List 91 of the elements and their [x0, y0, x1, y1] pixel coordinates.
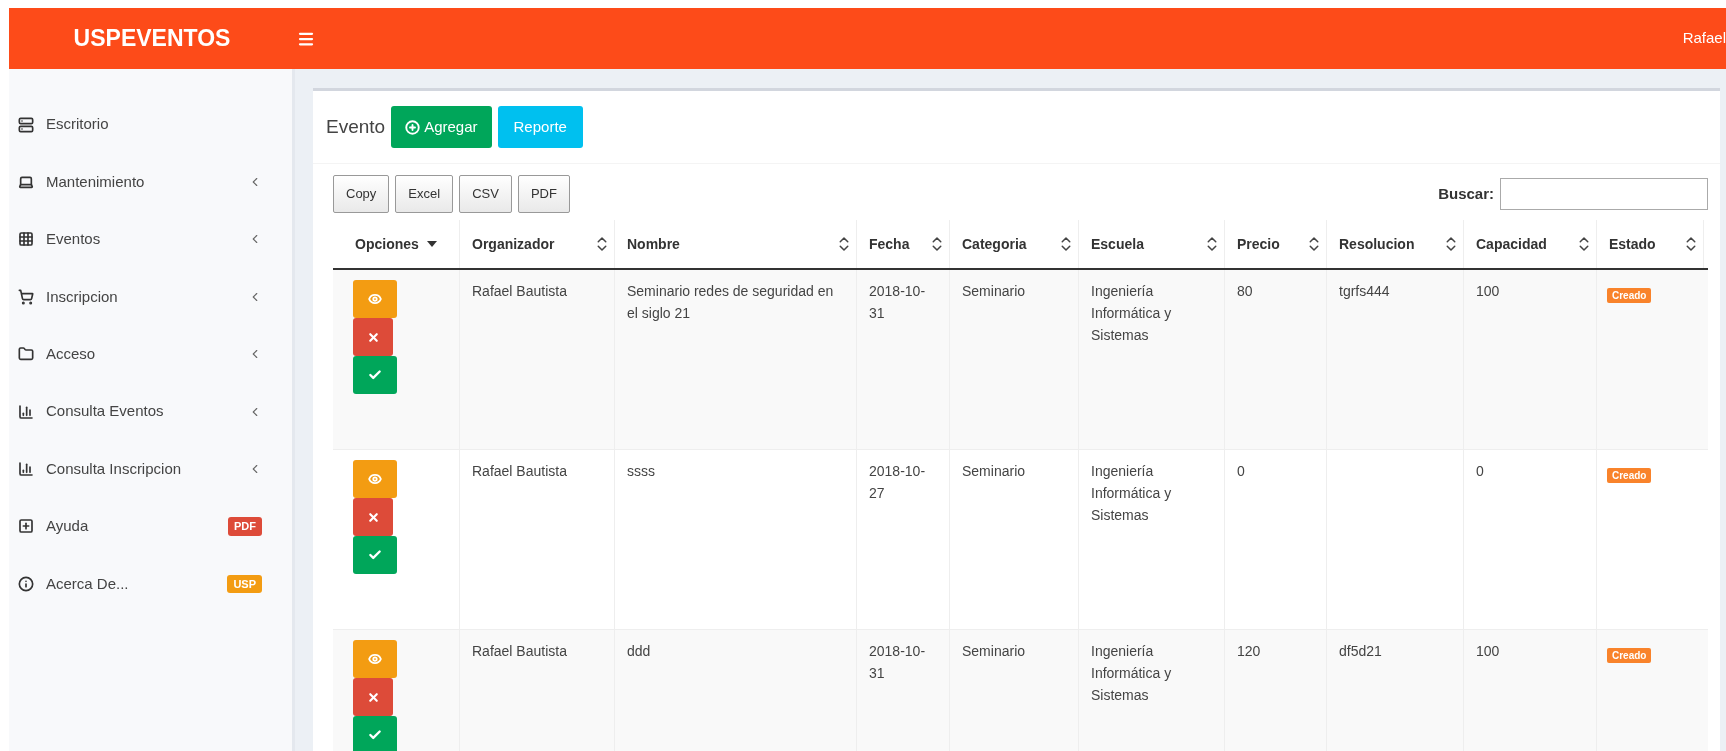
- column-header[interactable]: Categoria: [950, 220, 1079, 268]
- view-button[interactable]: [353, 460, 397, 498]
- sidebar-item[interactable]: Acerca De... USP: [9, 555, 292, 613]
- check-icon: [368, 728, 382, 742]
- folder-icon: [18, 346, 34, 363]
- table-cell: Ingeniería Informática y Sistemas: [1091, 643, 1172, 703]
- table-cell: 2018-10-31: [869, 643, 926, 681]
- table-cell: 100: [1476, 643, 1500, 659]
- column-header[interactable]: Resolucion: [1327, 220, 1464, 268]
- table-cell: 100: [1476, 283, 1500, 299]
- column-header[interactable]: Opciones: [333, 220, 460, 268]
- table-cell: Seminario: [962, 463, 1026, 479]
- table-cell: df5d21: [1339, 643, 1382, 659]
- table-cell: Rafael Bautista: [472, 283, 567, 299]
- column-header[interactable]: Fecha: [857, 220, 950, 268]
- bar-chart-icon: [18, 403, 34, 420]
- plus-circle-icon: [405, 119, 421, 135]
- column-header[interactable]: Capacidad: [1464, 220, 1597, 268]
- sidebar-item[interactable]: Ayuda PDF: [9, 497, 292, 556]
- view-button[interactable]: [353, 280, 397, 318]
- plus-square-icon: [18, 518, 34, 535]
- export-button[interactable]: Copy: [333, 175, 390, 213]
- confirm-button[interactable]: [353, 716, 397, 751]
- sidebar-badge: PDF: [228, 517, 262, 536]
- close-icon: [366, 330, 380, 344]
- table-cell: Rafael Bautista: [472, 463, 567, 479]
- table-cell: 0: [1237, 463, 1245, 479]
- column-header[interactable]: Estado: [1597, 220, 1704, 268]
- status-badge: Creado: [1607, 648, 1652, 663]
- status-badge: Creado: [1607, 288, 1652, 303]
- view-button[interactable]: [353, 640, 397, 678]
- eye-icon: [368, 652, 382, 666]
- table-cell: ssss: [627, 463, 655, 479]
- grid-icon: [18, 231, 34, 248]
- sidebar-item[interactable]: Inscripcion: [9, 268, 292, 326]
- server-icon: [18, 116, 34, 133]
- check-icon: [368, 548, 382, 562]
- eye-icon: [368, 472, 382, 486]
- column-header[interactable]: Precio: [1225, 220, 1327, 268]
- sidebar-label: Acceso: [46, 344, 96, 364]
- sidebar-item[interactable]: Acceso: [9, 325, 292, 383]
- sidebar-label: Ayuda: [46, 516, 89, 537]
- delete-button[interactable]: [353, 318, 393, 356]
- sidebar-badge: USP: [227, 574, 262, 594]
- sidebar-item[interactable]: Eventos: [9, 210, 292, 269]
- table-cell: 80: [1237, 283, 1253, 299]
- table-cell: 120: [1237, 643, 1261, 659]
- close-icon: [366, 690, 380, 704]
- laptop-icon: [18, 174, 34, 191]
- table-cell: Seminario: [962, 643, 1026, 659]
- panel-title: Evento: [326, 114, 386, 139]
- table-cell: Seminario redes de seguridad en el siglo 21: [627, 283, 834, 321]
- eye-icon: [368, 292, 382, 306]
- table-cell: 2018-10-31: [869, 283, 926, 321]
- delete-button[interactable]: [353, 498, 393, 536]
- export-button[interactable]: CSV: [459, 175, 512, 213]
- check-icon: [368, 368, 382, 382]
- table-cell: Ingeniería Informática y Sistemas: [1091, 283, 1172, 343]
- table-cell: tgrfs444: [1339, 283, 1390, 299]
- delete-button[interactable]: [353, 678, 393, 716]
- sidebar-label: Escritorio: [46, 114, 109, 135]
- export-button[interactable]: Excel: [395, 175, 454, 213]
- table-cell: ddd: [627, 643, 651, 659]
- status-badge: Creado: [1607, 468, 1652, 483]
- sidebar-label: Inscripcion: [46, 286, 118, 307]
- bar-chart-icon: [18, 461, 34, 478]
- sidebar-label: Consulta Inscripcion: [46, 458, 182, 479]
- sidebar-item[interactable]: Consulta Eventos: [9, 382, 292, 441]
- sidebar-item[interactable]: Mantenimiento: [9, 153, 292, 211]
- sidebar-label: Consulta Eventos: [46, 401, 164, 422]
- search-field[interactable]: [1500, 178, 1708, 210]
- sidebar-item[interactable]: Consulta Inscripcion: [9, 440, 292, 498]
- confirm-button[interactable]: [353, 536, 397, 574]
- sidebar-label: Acerca De...: [46, 573, 129, 594]
- table-cell: 0: [1476, 463, 1484, 479]
- close-icon: [366, 510, 380, 524]
- column-header[interactable]: Organizador: [460, 220, 615, 268]
- cart-icon: [18, 288, 34, 305]
- sidebar-item[interactable]: Escritorio: [9, 96, 292, 154]
- export-button[interactable]: PDF: [517, 175, 570, 213]
- table-cell: Ingeniería Informática y Sistemas: [1091, 463, 1172, 523]
- column-header[interactable]: Escuela: [1079, 220, 1225, 268]
- info-icon: [18, 575, 34, 592]
- sidebar-label: Mantenimiento: [46, 171, 145, 192]
- table-cell: 2018-10-27: [869, 463, 926, 501]
- table-cell: Seminario: [962, 283, 1026, 299]
- confirm-button[interactable]: [353, 356, 397, 394]
- sidebar-label: Eventos: [46, 229, 101, 250]
- column-header[interactable]: Nombre: [615, 220, 857, 268]
- search-label: Buscar:: [1438, 183, 1494, 204]
- table-cell: Rafael Bautista: [472, 643, 567, 659]
